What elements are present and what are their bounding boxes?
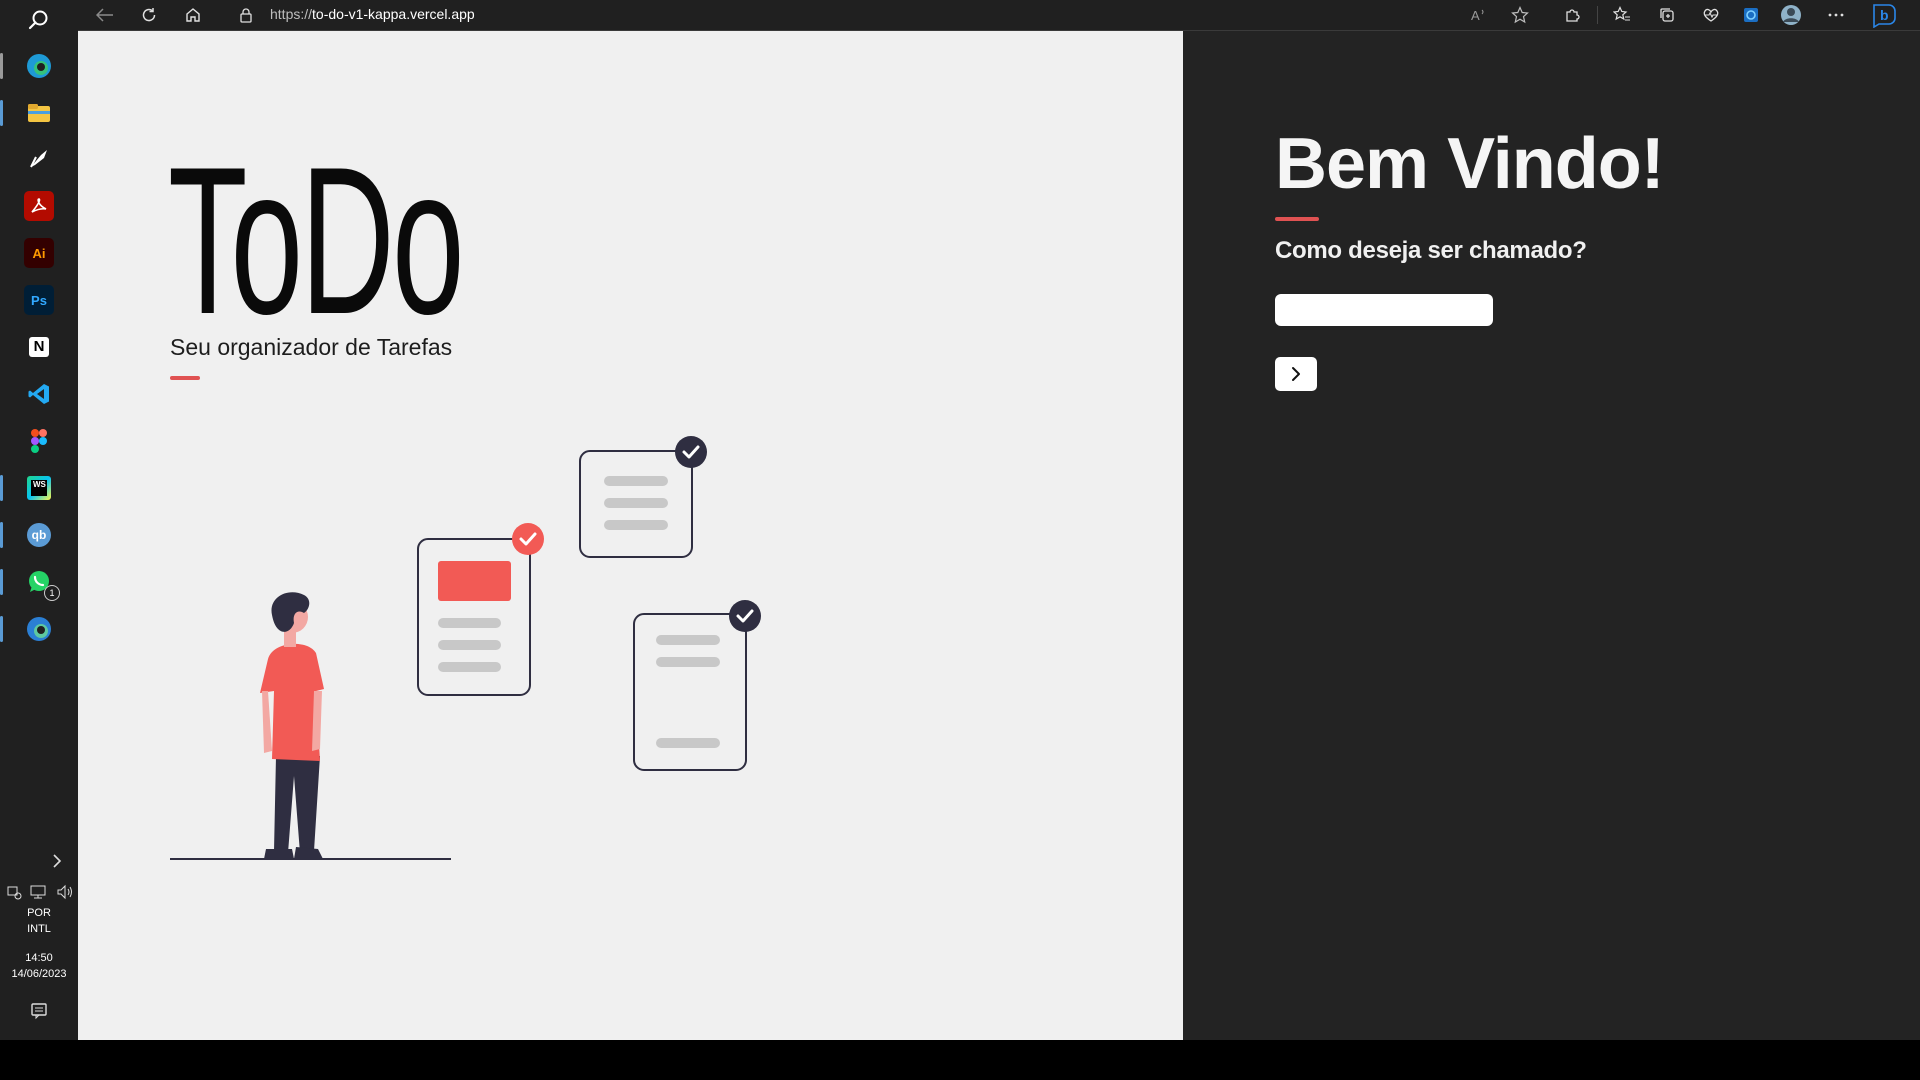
photoshop-icon[interactable]: Ps xyxy=(24,285,54,315)
toolbar-divider xyxy=(1597,6,1598,24)
url-scheme: https:// xyxy=(270,6,313,22)
url-host: to-do-v1-kappa.vercel.app xyxy=(312,6,475,22)
more-icon[interactable] xyxy=(1823,2,1849,28)
open-indicator xyxy=(0,100,3,126)
screen-bottom-edge xyxy=(0,1040,1920,1080)
task-card-1 xyxy=(417,523,544,696)
svg-text:b: b xyxy=(1880,7,1889,23)
home-icon[interactable] xyxy=(180,2,206,28)
app-logo: ToDo xyxy=(168,123,465,358)
whatsapp-icon[interactable]: 1 xyxy=(24,567,60,601)
check-icon xyxy=(729,600,761,632)
figma-icon[interactable] xyxy=(24,426,54,456)
name-input[interactable] xyxy=(1275,294,1493,326)
lock-icon[interactable] xyxy=(233,2,259,28)
back-icon[interactable] xyxy=(92,2,118,28)
search-icon[interactable] xyxy=(24,5,54,35)
edge-icon[interactable] xyxy=(24,51,54,81)
submit-button[interactable] xyxy=(1275,357,1317,391)
accent-underline xyxy=(1275,217,1319,221)
illustrator-icon[interactable]: Ai xyxy=(24,238,54,268)
check-icon xyxy=(675,436,707,468)
active-indicator xyxy=(0,53,3,79)
browser-toolbar: https://to-do-v1-kappa.vercel.app A b xyxy=(78,0,1920,31)
profile-avatar-icon[interactable] xyxy=(1778,2,1804,28)
notion-icon[interactable]: N xyxy=(24,332,54,362)
taskbar: Ai Ps N WS qb 1 POR INTL 14:50 14/06/202… xyxy=(0,0,78,1040)
clock-date: 14/06/2023 xyxy=(11,968,67,980)
webstorm-icon[interactable]: WS xyxy=(24,473,54,503)
accent-underline xyxy=(170,376,200,380)
open-indicator xyxy=(0,616,3,642)
welcome-panel: Bem Vindo! Como deseja ser chamado? xyxy=(1183,31,1920,1040)
vscode-icon[interactable] xyxy=(24,379,54,409)
performance-icon[interactable] xyxy=(1698,2,1724,28)
file-explorer-icon[interactable] xyxy=(24,98,54,128)
extensions-icon[interactable] xyxy=(1559,2,1585,28)
system-tray-icons xyxy=(6,884,74,902)
check-icon xyxy=(512,523,544,555)
todo-illustration xyxy=(170,436,761,860)
clock-time: 14:50 xyxy=(25,952,53,964)
edge-bar-icon[interactable] xyxy=(1738,2,1764,28)
hero-panel: ToDo Seu organizador de Tarefas xyxy=(78,31,1183,1040)
favorite-star-icon[interactable] xyxy=(1507,2,1533,28)
clock[interactable]: 14:50 14/06/2023 xyxy=(0,950,78,982)
lang-secondary: INTL xyxy=(27,923,51,935)
task-card-3 xyxy=(633,600,761,771)
address-bar[interactable]: https://to-do-v1-kappa.vercel.app xyxy=(270,3,475,27)
favorites-list-icon[interactable] xyxy=(1609,2,1635,28)
refresh-icon[interactable] xyxy=(136,2,162,28)
network-icon[interactable] xyxy=(30,884,48,900)
notifications-icon[interactable] xyxy=(24,996,54,1026)
qbittorrent-icon[interactable]: qb xyxy=(24,520,54,550)
lang-primary: POR xyxy=(27,907,51,919)
volume-icon[interactable] xyxy=(56,884,74,900)
open-indicator xyxy=(0,522,3,548)
notification-badge: 1 xyxy=(44,585,60,601)
keyboard-language[interactable]: POR INTL xyxy=(0,905,78,937)
open-indicator xyxy=(0,569,3,595)
collections-icon[interactable] xyxy=(1654,2,1680,28)
name-question: Como deseja ser chamado? xyxy=(1275,237,1587,264)
remote-icon[interactable] xyxy=(6,884,22,900)
open-indicator xyxy=(0,475,3,501)
acrobat-icon[interactable] xyxy=(24,191,54,221)
task-card-2 xyxy=(579,436,707,558)
welcome-title: Bem Vindo! xyxy=(1275,124,1665,204)
person-figure xyxy=(260,592,324,859)
svg-text:A: A xyxy=(1471,8,1480,22)
edge-dev-icon[interactable] xyxy=(24,614,54,644)
chevron-right-icon xyxy=(1292,367,1300,381)
bing-chat-icon[interactable]: b xyxy=(1871,2,1897,28)
chevron-right-icon[interactable] xyxy=(48,852,66,870)
read-aloud-icon[interactable]: A xyxy=(1467,2,1493,28)
feather-app-icon[interactable] xyxy=(24,144,54,174)
app-subtitle: Seu organizador de Tarefas xyxy=(170,334,453,360)
